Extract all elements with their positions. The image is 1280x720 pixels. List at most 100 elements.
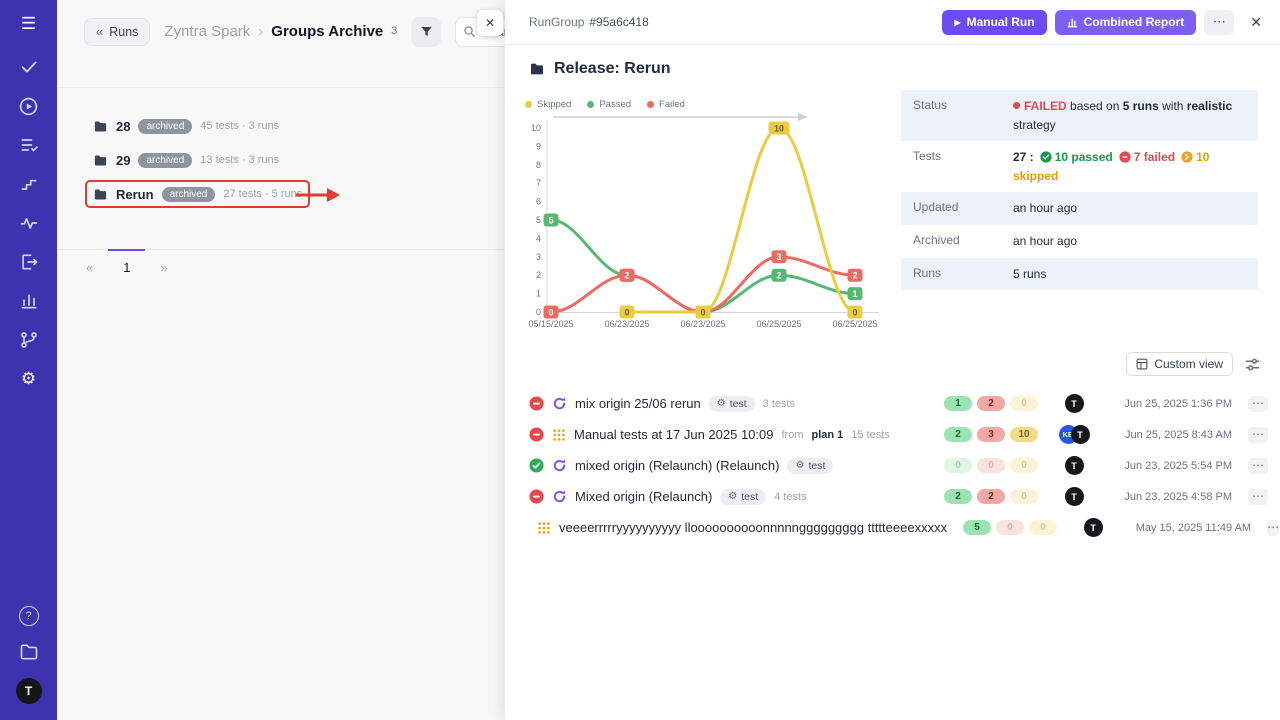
row-more-button[interactable]: ⋯	[1248, 458, 1268, 474]
skipped-pill: 0	[1010, 489, 1038, 504]
breadcrumb-project[interactable]: Zyntra Spark	[164, 23, 250, 40]
run-row[interactable]: veeeerrrrryyyyyyyyyy lloooooooooonnnnngg…	[529, 512, 1268, 543]
info-row-archived: Archived an hour ago	[901, 225, 1258, 258]
avatar: T	[1065, 456, 1084, 475]
check-icon[interactable]	[17, 56, 41, 78]
run-title[interactable]: mixed origin (Relaunch) (Relaunch)	[575, 458, 779, 473]
passed-pill: 5	[963, 520, 991, 535]
checklist-icon[interactable]	[17, 134, 41, 156]
run-title[interactable]: Mixed origin (Relaunch)	[575, 489, 712, 504]
rungroup-label: RunGroup	[529, 15, 584, 29]
run-plan-link[interactable]: plan 1	[811, 429, 843, 441]
breadcrumb-separator-icon: ›	[258, 23, 263, 40]
run-date: Jun 23, 2025 4:58 PM	[1110, 491, 1232, 503]
git-branch-icon[interactable]	[17, 329, 41, 351]
folder-icon[interactable]	[17, 641, 41, 663]
steps-icon[interactable]	[17, 173, 41, 195]
chart-ytick: 2	[536, 270, 541, 280]
run-row[interactable]: mixed origin (Relaunch) (Relaunch) ⚙test…	[529, 450, 1268, 481]
passed-pill: 2	[944, 427, 972, 442]
group-meta: 45 tests · 3 runs	[200, 120, 279, 132]
back-label: Runs	[109, 25, 138, 39]
gear-icon[interactable]: ⚙	[17, 368, 41, 390]
app-sidebar: ☰ ⚙ ? T	[0, 0, 57, 720]
automation-origin-icon	[552, 458, 567, 473]
bar-chart-icon[interactable]	[17, 290, 41, 312]
help-icon[interactable]: ?	[19, 606, 39, 626]
folder-icon	[529, 61, 545, 77]
legend-item: Failed	[647, 99, 685, 110]
folder-icon	[93, 153, 108, 168]
manual-run-button[interactable]: ▶ Manual Run	[942, 10, 1046, 35]
runs-chart-block: SkippedPassedFailed 01234567891005/15/20…	[513, 96, 901, 336]
run-failed-icon	[529, 396, 544, 411]
passed-pill: 2	[944, 489, 972, 504]
filter-button[interactable]	[411, 17, 441, 47]
breadcrumb-page: Groups Archive	[271, 23, 383, 40]
tests-value: 27 :10 passed7 failed10 skipped	[1013, 148, 1246, 185]
chart-axis	[547, 120, 879, 313]
failed-dash-icon	[1119, 151, 1131, 163]
back-to-runs-button[interactable]: « Runs	[84, 18, 150, 46]
legend-label: Failed	[659, 99, 685, 110]
legend-dot-icon	[525, 101, 532, 108]
legend-item: Passed	[587, 99, 631, 110]
runs-label: Runs	[913, 265, 1013, 284]
funnel-icon	[419, 24, 434, 39]
legend-dot-icon	[587, 101, 594, 108]
runs-list: mix origin 25/06 rerun ⚙test 3 tests 1 2…	[529, 388, 1268, 543]
row-more-button[interactable]: ⋯	[1267, 520, 1279, 536]
more-actions-button[interactable]: ⋯	[1204, 10, 1234, 35]
annotation-arrow	[294, 186, 342, 204]
panel-close-icon[interactable]: ✕	[477, 10, 503, 36]
folder-icon	[93, 187, 108, 202]
run-date: May 15, 2025 11:49 AM	[1129, 522, 1251, 534]
chart-xtick: 06/23/2025	[680, 319, 725, 329]
pagination-page-1[interactable]: 1	[108, 249, 145, 284]
runs-chart: 01234567891005/15/202506/23/202506/23/20…	[513, 112, 901, 336]
pagination-next[interactable]: »	[145, 249, 182, 284]
search-icon	[463, 25, 476, 38]
chart-legend: SkippedPassedFailed	[513, 96, 901, 112]
sidebar-nav: ⚙	[17, 56, 41, 390]
gear-icon: ⚙	[795, 460, 804, 471]
group-row[interactable]: 29 archived 13 tests · 3 runs	[85, 146, 287, 174]
archived-badge: archived	[138, 153, 192, 168]
table-view-icon	[1136, 358, 1148, 370]
export-icon[interactable]	[17, 251, 41, 273]
archived-label: Archived	[913, 232, 1013, 251]
play-circle-icon[interactable]	[17, 95, 41, 117]
group-row[interactable]: 28 archived 45 tests · 3 runs	[85, 112, 287, 140]
chart-point-label: 5	[548, 215, 553, 225]
run-title[interactable]: mix origin 25/06 rerun	[575, 396, 701, 411]
status-label: Status	[913, 97, 1013, 134]
row-more-button[interactable]: ⋯	[1248, 396, 1268, 412]
chart-ytick: 9	[536, 141, 541, 151]
run-title[interactable]: veeeerrrrryyyyyyyyyy lloooooooooonnnnngg…	[559, 520, 947, 535]
groups-list: 28 archived 45 tests · 3 runs 29 archive…	[57, 88, 505, 208]
user-avatar[interactable]: T	[16, 678, 42, 704]
run-tests-count: 4 tests	[774, 491, 806, 503]
menu-icon[interactable]: ☰	[21, 14, 36, 34]
pagination-prev[interactable]: «	[71, 249, 108, 284]
rungroup-info-table: Status FAILED based on 5 runs with reali…	[901, 90, 1258, 290]
row-more-button[interactable]: ⋯	[1248, 489, 1268, 505]
run-avatars: T	[1046, 487, 1102, 506]
custom-view-button[interactable]: Custom view	[1126, 352, 1233, 376]
chart-point-label: 0	[700, 307, 705, 317]
run-title[interactable]: Manual tests at 17 Jun 2025 10:09	[574, 427, 773, 442]
combined-report-button[interactable]: Combined Report	[1055, 10, 1197, 35]
row-more-button[interactable]: ⋯	[1248, 427, 1268, 443]
run-row[interactable]: Manual tests at 17 Jun 2025 10:09 from p…	[529, 419, 1268, 450]
run-tests-count: 15 tests	[851, 429, 890, 441]
close-icon[interactable]: ✕	[1250, 14, 1262, 31]
view-settings-icon[interactable]	[1245, 357, 1260, 372]
group-row-annotated[interactable]: Rerun archived 27 tests · 5 runs	[85, 180, 310, 208]
run-from-label: from	[781, 429, 803, 441]
run-row[interactable]: mix origin 25/06 rerun ⚙test 3 tests 1 2…	[529, 388, 1268, 419]
report-chart-icon	[1067, 17, 1078, 28]
run-row[interactable]: Mixed origin (Relaunch) ⚙test 4 tests 2 …	[529, 481, 1268, 512]
activity-icon[interactable]	[17, 212, 41, 234]
skipped-pill: 0	[1010, 396, 1038, 411]
chart-ytick: 4	[536, 233, 541, 243]
